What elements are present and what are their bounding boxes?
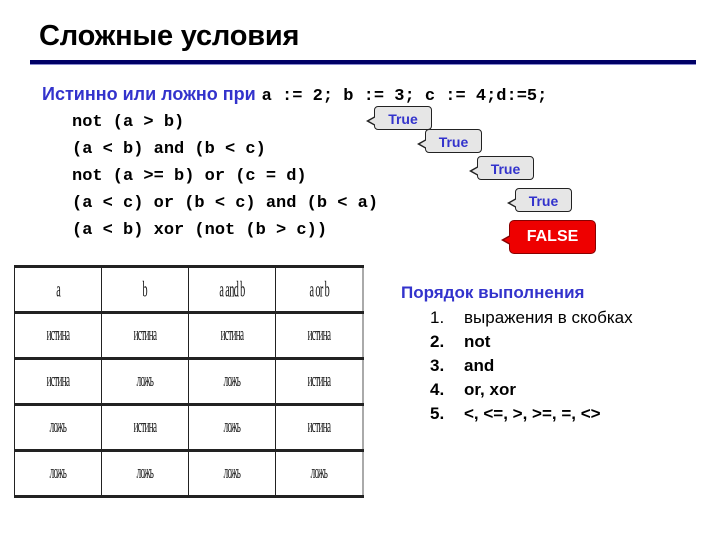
result-callout-2: True	[417, 129, 482, 153]
result-callout-5-false: FALSE	[501, 220, 596, 254]
truth-table-header: a b a and b a or b	[13, 265, 364, 313]
table-cell: истина	[275, 403, 364, 451]
table-cell: ложь	[275, 449, 364, 498]
header-cell: a and b	[188, 265, 277, 313]
question-line: Истинно или ложно при a := 2; b := 3; c :…	[42, 84, 547, 106]
table-cell: истина	[101, 403, 190, 451]
order-title: Порядок выполнения	[401, 283, 585, 302]
table-cell: истина	[275, 357, 364, 405]
table-cell: ложь	[188, 357, 277, 405]
order-list: 1. выражения в скобках 2. not 3. and 4. or, …	[430, 306, 633, 426]
expression-3: not (a >= b) or (c = d)	[72, 167, 307, 186]
result-callout-3: True	[469, 156, 534, 180]
table-cell: истина	[101, 311, 190, 359]
order-item: 2. not	[430, 332, 491, 351]
slide-title: Сложные условия	[39, 20, 300, 52]
table-cell: истина	[275, 311, 364, 359]
question-variables: a := 2; b := 3; c := 4;d:=5;	[261, 87, 548, 106]
title-divider	[30, 60, 696, 64]
order-item: 1. выражения в скобках	[430, 308, 633, 327]
table-row: ложь истина ложь истина	[13, 403, 364, 451]
header-cell: a or b	[275, 265, 364, 313]
table-cell: ложь	[101, 449, 190, 498]
order-item: 5. <, <=, >, >=, =, <>	[430, 404, 601, 423]
table-cell: истина	[188, 311, 277, 359]
expression-5: (a < b) xor (not (b > c))	[72, 221, 328, 240]
header-cell: a	[13, 265, 103, 313]
table-cell: истина	[13, 357, 103, 405]
table-cell: ложь	[188, 403, 277, 451]
expression-1: not (a > b)	[72, 113, 185, 132]
table-cell: ложь	[13, 403, 103, 451]
table-row: истина истина истина истина	[13, 311, 364, 359]
order-item: 3. and	[430, 356, 495, 375]
table-cell: истина	[13, 311, 103, 359]
table-cell: ложь	[13, 449, 103, 498]
expression-4: (a < c) or (b < c) and (b < a)	[72, 194, 379, 213]
truth-table: a b a and b a or b истина истина истина …	[13, 265, 364, 498]
table-cell: ложь	[188, 449, 277, 498]
expression-2: (a < b) and (b < c)	[72, 140, 266, 159]
table-row: истина ложь ложь истина	[13, 357, 364, 405]
question-text: Истинно или ложно при	[42, 84, 256, 104]
result-callout-1: True	[366, 106, 432, 130]
header-cell: b	[101, 265, 190, 313]
order-item: 4. or, xor	[430, 380, 516, 399]
result-callout-4: True	[507, 188, 572, 212]
table-cell: ложь	[101, 357, 190, 405]
table-row: ложь ложь ложь ложь	[13, 449, 364, 498]
